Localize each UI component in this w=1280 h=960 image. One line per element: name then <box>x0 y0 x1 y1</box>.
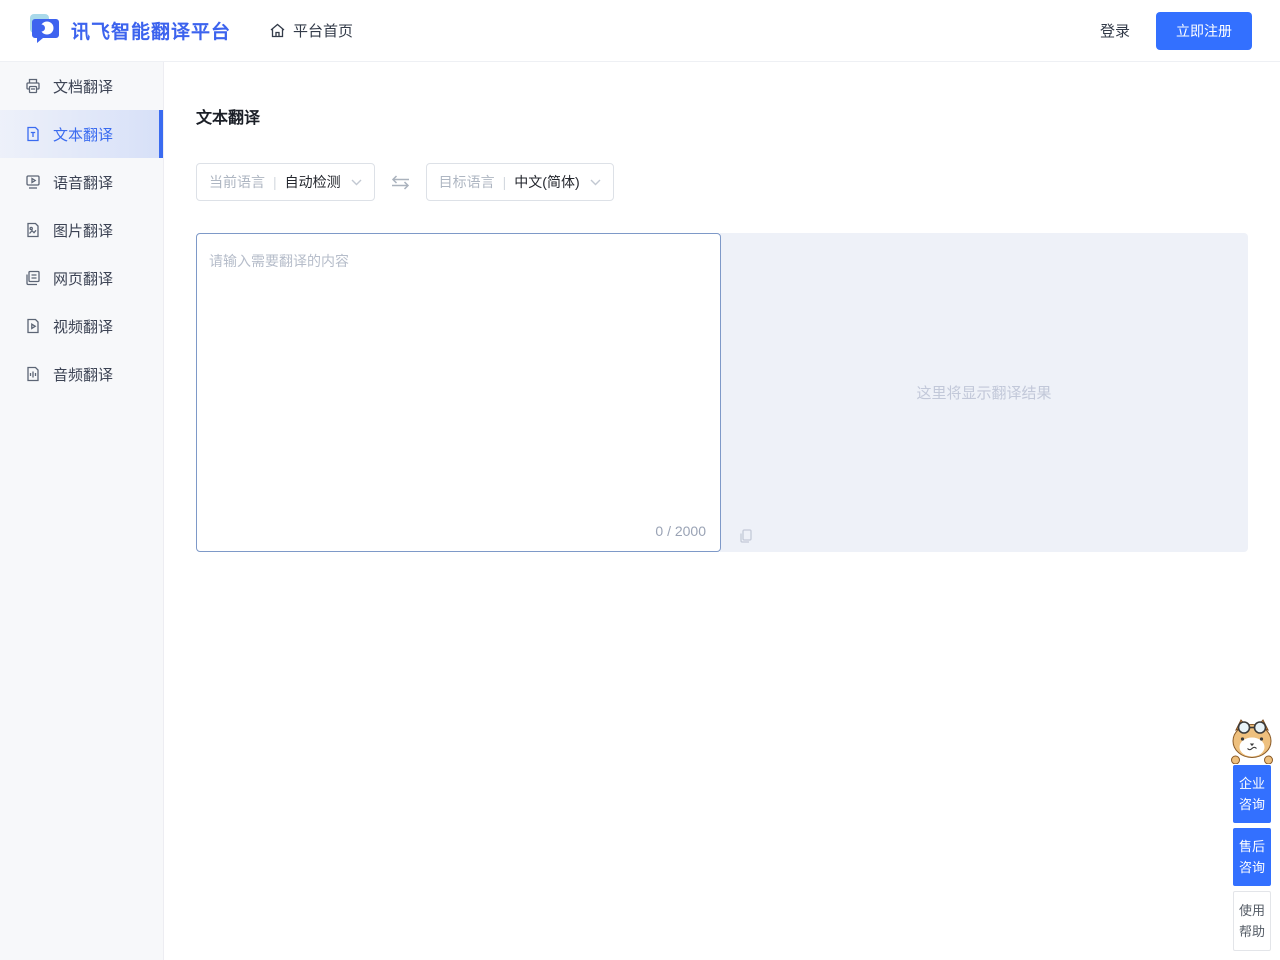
audio-translate-icon <box>24 365 42 383</box>
aftersales-consult-button[interactable]: 售后咨询 <box>1233 828 1271 886</box>
sidebar-item-image[interactable]: 图片翻译 <box>0 206 163 254</box>
char-counter: 0 / 2000 <box>655 523 706 539</box>
sidebar-item-label: 文本翻译 <box>53 124 113 145</box>
button-label-line: 使用 <box>1234 900 1270 921</box>
chevron-down-icon <box>351 179 362 186</box>
video-translate-icon <box>24 317 42 335</box>
app-root: 讯飞智能翻译平台 平台首页 登录 立即注册 文档翻译文本翻译语音翻译图片翻译网页… <box>0 0 1280 960</box>
button-label-line: 帮助 <box>1234 921 1270 942</box>
sidebar-item-label: 语音翻译 <box>53 172 113 193</box>
swap-languages-icon[interactable] <box>390 175 411 190</box>
text-translate-icon <box>24 125 42 143</box>
divider: | <box>503 174 507 190</box>
copy-icon[interactable] <box>738 528 753 544</box>
sidebar-item-text[interactable]: 文本翻译 <box>0 110 163 158</box>
sidebar: 文档翻译文本翻译语音翻译图片翻译网页翻译视频翻译音频翻译 <box>0 62 164 960</box>
sidebar-item-label: 文档翻译 <box>53 76 113 97</box>
sidebar-item-audio[interactable]: 音频翻译 <box>0 350 163 398</box>
sidebar-item-label: 视频翻译 <box>53 316 113 337</box>
voice-translate-icon <box>24 173 42 191</box>
sidebar-item-label: 音频翻译 <box>53 364 113 385</box>
chevron-down-icon <box>590 179 601 186</box>
source-language-select[interactable]: 当前语言 | 自动检测 <box>196 163 375 201</box>
sidebar-item-voice[interactable]: 语音翻译 <box>0 158 163 206</box>
main-content: 文本翻译 当前语言 | 自动检测 目标语言 | 中文(简体) <box>164 62 1280 960</box>
sidebar-item-video[interactable]: 视频翻译 <box>0 302 163 350</box>
dog-mascot-icon <box>1228 718 1276 769</box>
button-label-line: 咨询 <box>1233 857 1271 878</box>
target-language-value: 中文(简体) <box>514 172 579 192</box>
language-bar: 当前语言 | 自动检测 目标语言 | 中文(简体) <box>196 163 1249 201</box>
sidebar-item-webpage[interactable]: 网页翻译 <box>0 254 163 302</box>
divider: | <box>273 174 277 190</box>
logo[interactable]: 讯飞智能翻译平台 <box>28 11 231 50</box>
source-language-value: 自动检测 <box>285 172 341 192</box>
floating-help-widget: 企业咨询售后咨询使用帮助 <box>1233 718 1271 951</box>
document-translate-icon <box>24 77 42 95</box>
header-actions: 登录 立即注册 <box>1100 12 1252 50</box>
usage-help-button[interactable]: 使用帮助 <box>1233 891 1271 951</box>
login-link[interactable]: 登录 <box>1100 20 1130 41</box>
nav-home-link[interactable]: 平台首页 <box>269 20 353 41</box>
webpage-translate-icon <box>24 269 42 287</box>
source-language-label: 当前语言 <box>209 172 265 192</box>
logo-icon <box>28 11 62 50</box>
sidebar-item-label: 图片翻译 <box>53 220 113 241</box>
button-label-line: 售后 <box>1233 836 1271 857</box>
source-text-input[interactable] <box>197 234 720 551</box>
register-button[interactable]: 立即注册 <box>1156 12 1252 50</box>
sidebar-item-label: 网页翻译 <box>53 268 113 289</box>
source-text-panel: 0 / 2000 <box>196 233 721 552</box>
enterprise-consult-button[interactable]: 企业咨询 <box>1233 765 1271 823</box>
target-language-select[interactable]: 目标语言 | 中文(简体) <box>426 163 614 201</box>
logo-text: 讯飞智能翻译平台 <box>71 17 231 44</box>
image-translate-icon <box>24 221 42 239</box>
result-placeholder: 这里将显示翻译结果 <box>916 382 1051 403</box>
button-label-line: 咨询 <box>1233 794 1271 815</box>
nav-home-label: 平台首页 <box>293 20 353 41</box>
button-label-line: 企业 <box>1233 773 1271 794</box>
translation-result-panel: 这里将显示翻译结果 <box>720 233 1248 552</box>
page-title: 文本翻译 <box>196 104 1249 128</box>
sidebar-item-document[interactable]: 文档翻译 <box>0 62 163 110</box>
target-language-label: 目标语言 <box>439 172 495 192</box>
translation-panels: 0 / 2000 这里将显示翻译结果 <box>196 233 1249 552</box>
header: 讯飞智能翻译平台 平台首页 登录 立即注册 <box>0 0 1280 62</box>
home-icon <box>269 22 286 39</box>
